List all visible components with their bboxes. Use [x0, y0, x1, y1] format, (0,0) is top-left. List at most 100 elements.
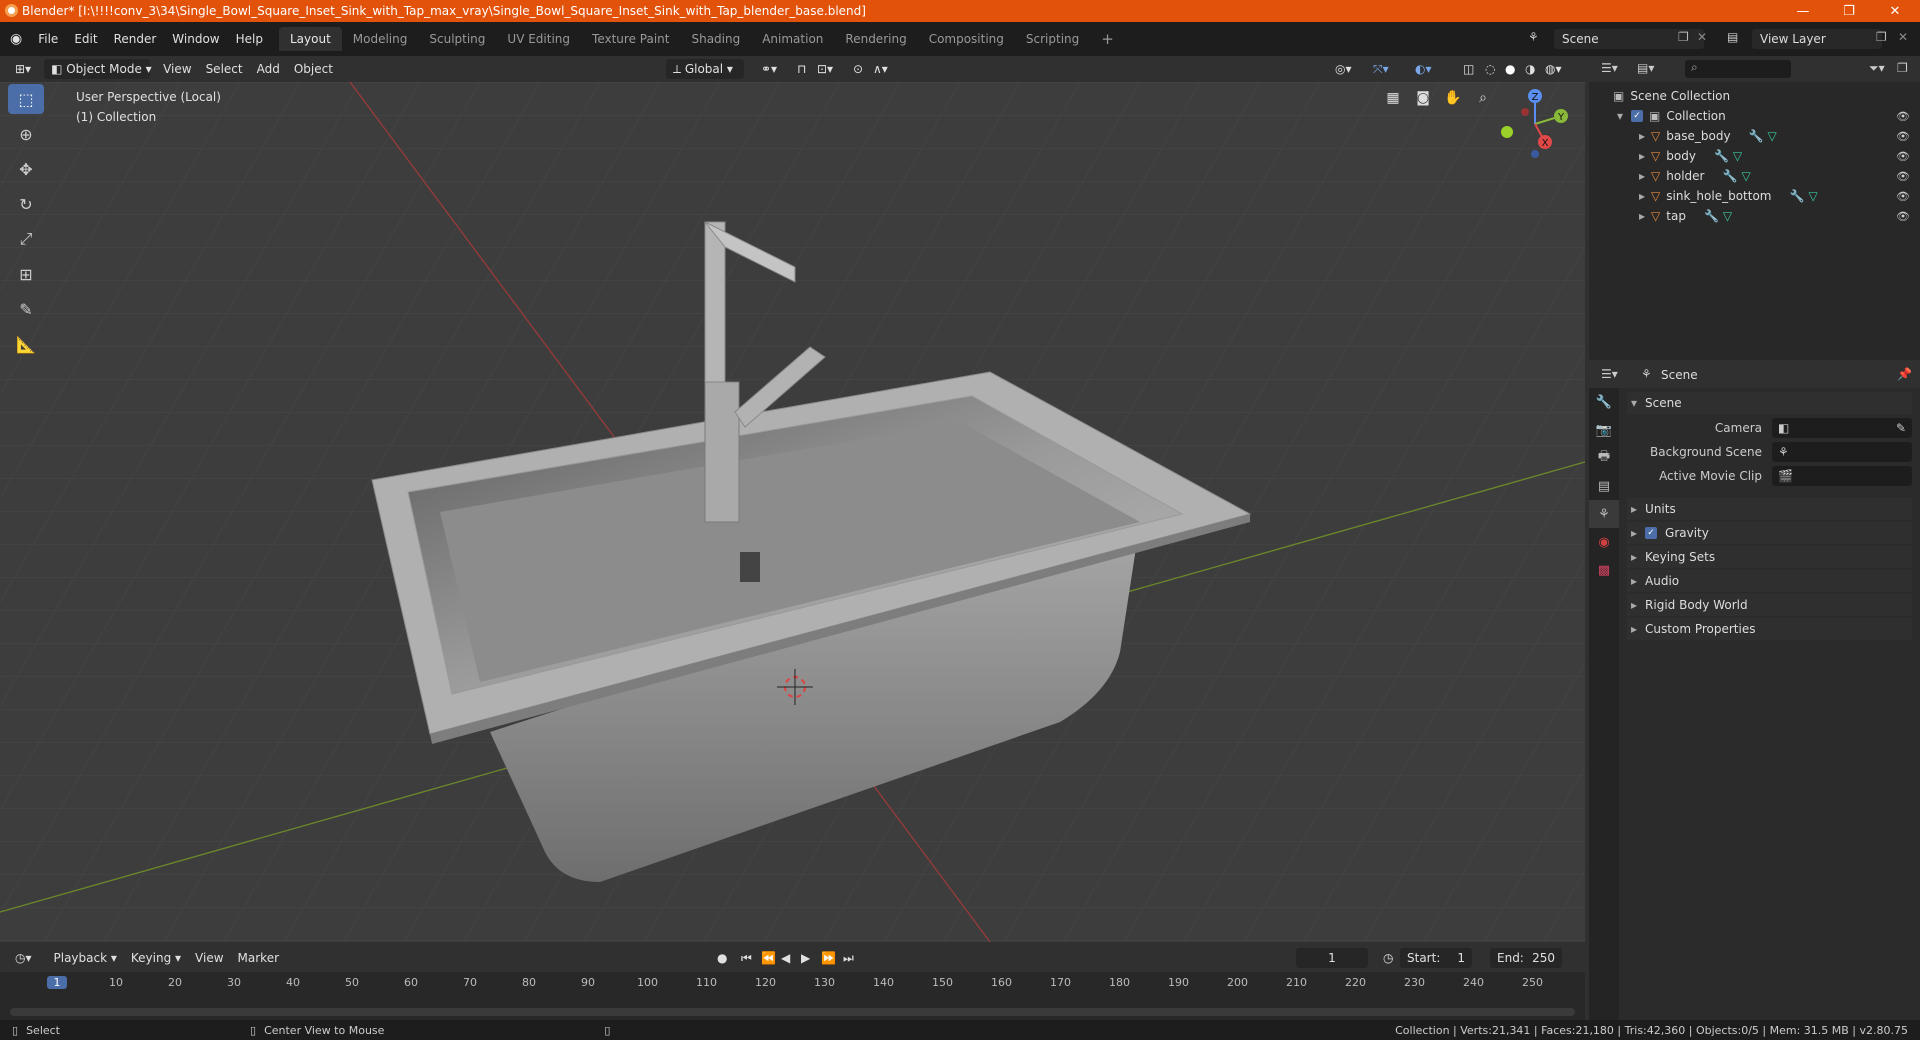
- visibility-eye-icon[interactable]: 👁: [1896, 190, 1910, 203]
- outliner-editor-icon[interactable]: ☰▾: [1601, 61, 1618, 75]
- viewport-menu-select[interactable]: Select: [199, 59, 250, 79]
- gravity-panel-header[interactable]: ▸ ✓ Gravity: [1627, 522, 1912, 544]
- scene-icon[interactable]: ⚘: [1528, 30, 1539, 44]
- falloff-icon[interactable]: ∧▾: [866, 59, 895, 79]
- end-frame-field[interactable]: End: 250: [1490, 948, 1562, 968]
- scene-tab-icon[interactable]: ⚘: [1589, 500, 1619, 528]
- rigid-body-world-panel-header[interactable]: ▸ Rigid Body World: [1627, 594, 1912, 616]
- visibility-eye-icon[interactable]: 👁: [1896, 170, 1910, 183]
- 3d-viewport[interactable]: User Perspective (Local) (1) Collection …: [0, 82, 1585, 942]
- filter-icon[interactable]: ⏷▾: [1869, 61, 1885, 76]
- output-tab-icon[interactable]: 🖶: [1589, 444, 1619, 472]
- outliner-object-row[interactable]: ▸ ▽ holder 🔧 ▽ 👁: [1589, 166, 1920, 186]
- audio-panel-header[interactable]: ▸ Audio: [1627, 570, 1912, 592]
- collection-checkbox[interactable]: ✓: [1631, 110, 1644, 122]
- pin-icon[interactable]: 📌: [1897, 367, 1912, 381]
- close-button[interactable]: ✕: [1872, 0, 1918, 22]
- tab-layout[interactable]: Layout: [278, 27, 342, 51]
- camera-view-icon[interactable]: ◙: [1411, 86, 1435, 110]
- view-layer-tab-icon[interactable]: ▤: [1589, 472, 1619, 500]
- editor-type-icon[interactable]: ⊞▾: [8, 59, 38, 79]
- jump-end-button[interactable]: ⏭: [836, 948, 861, 968]
- expand-arrow-icon[interactable]: ▸: [1639, 149, 1645, 163]
- render-tab-icon[interactable]: 📷: [1589, 416, 1619, 444]
- visibility-eye-icon[interactable]: 👁: [1896, 130, 1910, 143]
- frame-ruler[interactable]: 1 10 20 30 40 50 60 70 80 90 100 110 120 130 140 150 160…: [0, 972, 1585, 994]
- blender-menu-icon[interactable]: ◉: [0, 22, 30, 56]
- viewport-menu-view[interactable]: View: [156, 59, 198, 79]
- gizmo-negative-z[interactable]: [1531, 150, 1539, 158]
- menu-file[interactable]: File: [30, 22, 66, 56]
- tab-rendering[interactable]: Rendering: [834, 27, 917, 51]
- start-frame-field[interactable]: Start: 1: [1400, 948, 1472, 968]
- current-frame-marker[interactable]: 1: [47, 976, 67, 989]
- tab-texture-paint[interactable]: Texture Paint: [581, 27, 680, 51]
- move-tool-icon[interactable]: ✥: [8, 154, 44, 184]
- timeline-menu-marker[interactable]: Marker: [231, 948, 286, 968]
- new-scene-icon[interactable]: ❐: [1678, 30, 1689, 44]
- overlay-toggle-icon[interactable]: ◐▾: [1408, 59, 1439, 79]
- viewport-menu-add[interactable]: Add: [250, 59, 287, 79]
- expand-arrow-icon[interactable]: ▸: [1639, 189, 1645, 203]
- timeline-menu-view[interactable]: View: [188, 948, 230, 968]
- outliner-object-row[interactable]: ▸ ▽ sink_hole_bottom 🔧 ▽ 👁: [1589, 186, 1920, 206]
- transform-tool-icon[interactable]: ⊞: [8, 259, 44, 289]
- camera-field[interactable]: ◧ ✎: [1772, 418, 1912, 438]
- menu-window[interactable]: Window: [164, 22, 227, 56]
- viewport-menu-object[interactable]: Object: [287, 59, 340, 79]
- background-scene-field[interactable]: ⚘: [1772, 442, 1912, 462]
- expand-arrow-icon[interactable]: ▸: [1639, 209, 1645, 223]
- units-panel-header[interactable]: ▸ Units: [1627, 498, 1912, 520]
- tab-sculpting[interactable]: Sculpting: [418, 27, 496, 51]
- visibility-icon[interactable]: ◎▾: [1328, 59, 1359, 79]
- gizmo-toggle-icon[interactable]: ⤧▾: [1366, 59, 1396, 79]
- visibility-eye-icon[interactable]: 👁: [1896, 150, 1910, 163]
- select-box-tool-icon[interactable]: ⬚: [8, 84, 44, 114]
- mode-selector[interactable]: ◧ Object Mode ▾: [44, 59, 152, 79]
- scene-section-header[interactable]: ▾ Scene: [1627, 392, 1912, 414]
- keying-sets-panel-header[interactable]: ▸ Keying Sets: [1627, 546, 1912, 568]
- timeline-editor-icon[interactable]: ◷▾: [8, 948, 39, 968]
- transform-orientation-selector[interactable]: ⟂ Global ▾: [666, 59, 744, 79]
- eyedropper-icon[interactable]: ✎: [1896, 421, 1906, 435]
- pivot-point-icon[interactable]: ⚭▾: [754, 59, 784, 79]
- shading-rendered-icon[interactable]: ◍▾: [1538, 59, 1569, 79]
- rotate-tool-icon[interactable]: ↻: [8, 189, 44, 219]
- outliner-object-row[interactable]: ▸ ▽ body 🔧 ▽ 👁: [1589, 146, 1920, 166]
- active-movie-clip-field[interactable]: 🎬: [1772, 466, 1912, 486]
- new-view-layer-icon[interactable]: ❐: [1876, 30, 1887, 44]
- timeline-menu-playback[interactable]: Playback ▾: [47, 948, 124, 968]
- record-button[interactable]: ●: [710, 948, 734, 968]
- new-collection-icon[interactable]: ❐: [1897, 61, 1908, 75]
- outliner-collection[interactable]: ▾ ✓ ▣ Collection 👁: [1589, 106, 1920, 126]
- tab-shading[interactable]: Shading: [680, 27, 751, 51]
- current-frame-field[interactable]: 1: [1296, 948, 1368, 968]
- menu-edit[interactable]: Edit: [66, 22, 105, 56]
- maximize-button[interactable]: ❐: [1826, 0, 1872, 22]
- outliner-object-row[interactable]: ▸ ▽ tap 🔧 ▽ 👁: [1589, 206, 1920, 226]
- delete-view-layer-icon[interactable]: ✕: [1898, 30, 1908, 44]
- zoom-view-icon[interactable]: ⌕: [1471, 86, 1495, 110]
- outliner-search-field[interactable]: ⌕: [1685, 60, 1791, 78]
- cursor-tool-icon[interactable]: ⊕: [8, 119, 44, 149]
- tab-scripting[interactable]: Scripting: [1015, 27, 1090, 51]
- texture-tab-icon[interactable]: ▩: [1589, 556, 1619, 584]
- expand-arrow-icon[interactable]: ▸: [1639, 129, 1645, 143]
- menu-help[interactable]: Help: [228, 22, 271, 56]
- navigation-gizmo[interactable]: Z Y X: [1495, 84, 1575, 164]
- tab-uv-editing[interactable]: UV Editing: [496, 27, 581, 51]
- expand-arrow-icon[interactable]: ▾: [1617, 109, 1623, 123]
- outliner-scene-collection[interactable]: ▣ Scene Collection: [1589, 86, 1920, 106]
- outliner-object-row[interactable]: ▸ ▽ base_body 🔧 ▽ 👁: [1589, 126, 1920, 146]
- custom-properties-panel-header[interactable]: ▸ Custom Properties: [1627, 618, 1912, 640]
- gizmo-negative-y[interactable]: [1501, 126, 1513, 138]
- timeline-menu-keying[interactable]: Keying ▾: [124, 948, 188, 968]
- menu-render[interactable]: Render: [106, 22, 165, 56]
- clock-icon[interactable]: ◷: [1376, 948, 1400, 968]
- visibility-eye-icon[interactable]: 👁: [1896, 110, 1910, 123]
- scale-tool-icon[interactable]: ⤢: [8, 224, 44, 254]
- snap-target-icon[interactable]: ⊡▾: [810, 59, 840, 79]
- add-workspace-button[interactable]: +: [1090, 27, 1125, 51]
- world-tab-icon[interactable]: ◉: [1589, 528, 1619, 556]
- gizmo-negative-x[interactable]: [1521, 108, 1529, 116]
